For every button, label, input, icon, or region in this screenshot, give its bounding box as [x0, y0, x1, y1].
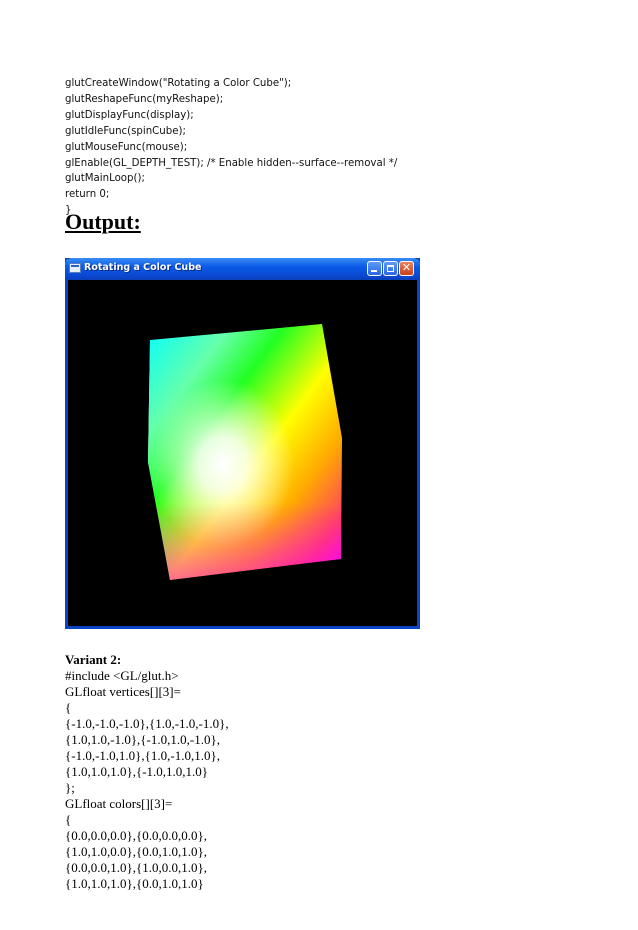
code-line: glutMainLoop();: [65, 173, 145, 185]
code-block-top: glutCreateWindow("Rotating a Color Cube"…: [65, 76, 585, 219]
window-titlebar[interactable]: Rotating a Color Cube ✕: [65, 258, 420, 280]
color-cube: [148, 324, 342, 580]
code-line: {1.0,1.0,1.0},{-1.0,1.0,1.0}: [65, 764, 209, 779]
code-line: #include <GL/glut.h>: [65, 668, 179, 683]
code-block-bottom: #include <GL/glut.h> GLfloat vertices[][…: [65, 668, 585, 892]
code-line: {: [65, 812, 72, 827]
code-line: {1.0,1.0,-1.0},{-1.0,1.0,-1.0},: [65, 732, 220, 747]
close-button[interactable]: ✕: [399, 261, 414, 276]
close-icon: ✕: [401, 261, 412, 274]
maximize-icon: [387, 265, 394, 272]
minimize-button[interactable]: [367, 261, 382, 276]
app-window: Rotating a Color Cube ✕: [65, 258, 420, 629]
window-app-icon: [69, 263, 81, 273]
code-line: {1.0,1.0,0.0},{0.0,1.0,1.0},: [65, 844, 207, 859]
code-line: glutIdleFunc(spinCube);: [65, 125, 186, 137]
code-line: {: [65, 700, 72, 715]
code-line: {0.0,0.0,1.0},{1.0,0.0,1.0},: [65, 860, 207, 875]
code-line: {-1.0,-1.0,-1.0},{1.0,-1.0,-1.0},: [65, 716, 229, 731]
render-canvas[interactable]: [68, 280, 417, 626]
code-line: glEnable(GL_DEPTH_TEST); /* Enable hidde…: [65, 157, 398, 169]
code-line: glutCreateWindow("Rotating a Color Cube"…: [65, 78, 292, 89]
code-line: {-1.0,-1.0,1.0},{1.0,-1.0,1.0},: [65, 748, 220, 763]
variant-title: Variant 2:: [65, 652, 122, 667]
window-title: Rotating a Color Cube: [84, 262, 202, 273]
code-line: };: [65, 780, 75, 795]
code-line: glutReshapeFunc(myReshape);: [65, 93, 224, 105]
minimize-icon: [371, 270, 377, 272]
code-line: glutDisplayFunc(display);: [65, 109, 194, 121]
code-line: }: [65, 205, 72, 217]
code-line: glutMouseFunc(mouse);: [65, 141, 188, 153]
code-line: return 0;: [65, 189, 110, 201]
document-page: glutCreateWindow("Rotating a Color Cube"…: [0, 0, 638, 930]
code-line: {1.0,1.0,1.0},{0.0,1.0,1.0}: [65, 876, 204, 891]
code-line: GLfloat vertices[][3]=: [65, 684, 181, 699]
code-line: GLfloat colors[][3]=: [65, 796, 173, 811]
output-heading: Output:: [65, 209, 141, 234]
maximize-button[interactable]: [383, 261, 398, 276]
code-line: {0.0,0.0,0.0},{0.0,0.0,0.0},: [65, 828, 207, 843]
